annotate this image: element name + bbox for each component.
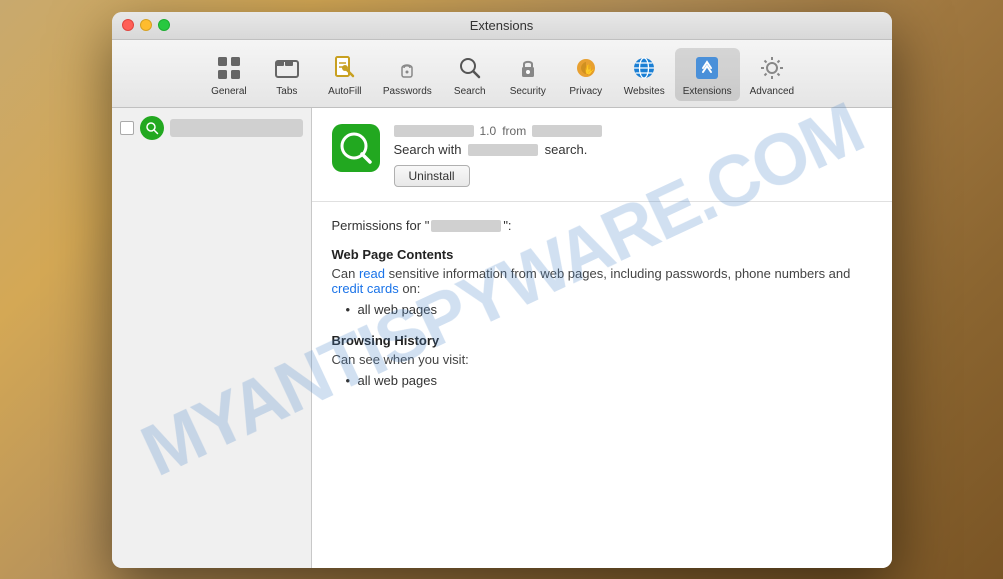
- toolbar-tabs[interactable]: Tabs: [259, 48, 315, 101]
- traffic-lights: [122, 19, 170, 31]
- perm-browsing-list: all web pages: [332, 373, 872, 388]
- advanced-icon: [756, 52, 788, 84]
- extension-name-row: 1.0 from: [394, 124, 872, 138]
- extension-header: 1.0 from Search with search. Uninstall: [312, 108, 892, 202]
- permissions-title: Permissions for "":: [332, 218, 872, 233]
- passwords-label: Passwords: [383, 86, 432, 97]
- autofill-icon: [329, 52, 361, 84]
- perm-group-web-desc: Can read sensitive information from web …: [332, 266, 872, 296]
- permissions-section: Permissions for "": Web Page Contents Ca…: [312, 202, 892, 420]
- can-read-prefix: Can: [332, 266, 359, 281]
- perm-web-list: all web pages: [332, 302, 872, 317]
- content-area: 1.0 from Search with search. Uninstall P…: [112, 108, 892, 568]
- extensions-icon: [691, 52, 723, 84]
- toolbar-security[interactable]: Security: [500, 48, 556, 101]
- permissions-ext-name: [431, 220, 501, 232]
- tabs-icon: [271, 52, 303, 84]
- sidebar: [112, 108, 312, 568]
- extension-version: 1.0: [480, 124, 497, 138]
- sidebar-search-icon: [140, 116, 164, 140]
- credit-cards-link: credit cards: [332, 281, 399, 296]
- main-panel: 1.0 from Search with search. Uninstall P…: [312, 108, 892, 568]
- extension-desc: Search with search.: [394, 142, 872, 157]
- toolbar-general[interactable]: General: [201, 48, 257, 101]
- toolbar-autofill[interactable]: AutoFill: [317, 48, 373, 101]
- security-icon: [512, 52, 544, 84]
- extension-icon-wrap: [332, 124, 380, 172]
- websites-icon: [628, 52, 660, 84]
- toolbar: General Tabs: [112, 40, 892, 108]
- toolbar-search[interactable]: Search: [442, 48, 498, 101]
- advanced-label: Advanced: [750, 86, 794, 97]
- perm-browsing-item: all web pages: [348, 373, 872, 388]
- tabs-label: Tabs: [276, 86, 297, 97]
- extension-icon: [332, 124, 380, 172]
- svg-text:✋: ✋: [583, 63, 595, 76]
- toolbar-websites[interactable]: Websites: [616, 48, 673, 101]
- toolbar-privacy[interactable]: ✋ Privacy: [558, 48, 614, 101]
- safari-preferences-window: Extensions General: [112, 12, 892, 568]
- extension-from-bar: [532, 125, 602, 137]
- extension-desc-name: [468, 144, 538, 156]
- search-icon: [454, 52, 486, 84]
- perm-group-web-contents: Web Page Contents Can read sensitive inf…: [332, 247, 872, 317]
- titlebar: Extensions: [112, 12, 892, 40]
- close-button[interactable]: [122, 19, 134, 31]
- uninstall-button[interactable]: Uninstall: [394, 165, 470, 187]
- privacy-icon: ✋: [570, 52, 602, 84]
- perm-group-browsing-title: Browsing History: [332, 333, 872, 348]
- extension-name-bar: [394, 125, 474, 137]
- toolbar-advanced[interactable]: Advanced: [742, 48, 802, 101]
- can-read-link: read: [359, 266, 385, 281]
- sidebar-extension-name: [170, 119, 303, 137]
- search-label: Search: [454, 86, 486, 97]
- toolbar-passwords[interactable]: Passwords: [375, 48, 440, 101]
- sidebar-checkbox[interactable]: [120, 121, 134, 135]
- passwords-icon: [391, 52, 423, 84]
- extension-info: 1.0 from Search with search. Uninstall: [394, 124, 872, 187]
- perm-web-item: all web pages: [348, 302, 872, 317]
- perm-group-browsing: Browsing History Can see when you visit:…: [332, 333, 872, 388]
- privacy-label: Privacy: [569, 86, 602, 97]
- extensions-label: Extensions: [683, 86, 732, 97]
- perm-group-web-title: Web Page Contents: [332, 247, 872, 262]
- sidebar-header: [120, 116, 303, 140]
- general-icon: [213, 52, 245, 84]
- autofill-label: AutoFill: [328, 86, 361, 97]
- websites-label: Websites: [624, 86, 665, 97]
- perm-group-browsing-desc: Can see when you visit:: [332, 352, 872, 367]
- minimize-button[interactable]: [140, 19, 152, 31]
- maximize-button[interactable]: [158, 19, 170, 31]
- security-label: Security: [510, 86, 546, 97]
- toolbar-extensions[interactable]: Extensions: [675, 48, 740, 101]
- extension-from: from: [502, 124, 526, 138]
- general-label: General: [211, 86, 247, 97]
- window-title: Extensions: [470, 18, 534, 33]
